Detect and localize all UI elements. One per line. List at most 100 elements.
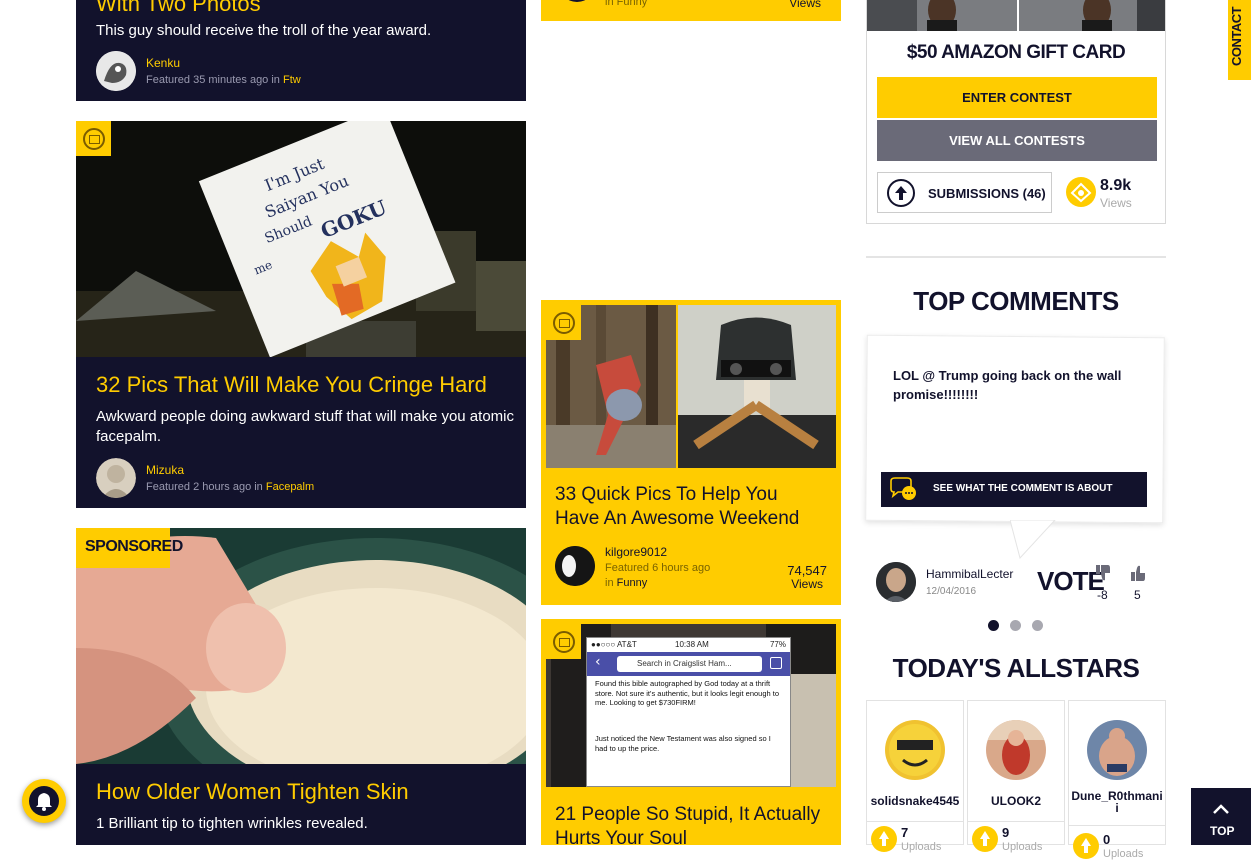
chat-bubbles-icon bbox=[889, 477, 919, 502]
comment-text: LOL @ Trump going back on the wall promi… bbox=[893, 368, 1122, 402]
comment-date: 12/04/2016 bbox=[926, 586, 977, 597]
commenter-avatar[interactable] bbox=[876, 562, 916, 602]
allstar-stats: 9 Uploads bbox=[968, 821, 1064, 853]
allstar-card[interactable]: solidsnake4545 7 Uploads bbox=[866, 700, 964, 853]
contact-tab[interactable]: CONTACT bbox=[1228, 0, 1251, 80]
upload-icon bbox=[1073, 833, 1099, 859]
views-count: 74,547 bbox=[787, 563, 827, 578]
user-list-icon bbox=[770, 657, 782, 669]
upvote-count: 5 bbox=[1134, 588, 1141, 602]
article-description: Awkward people doing awkward stuff that … bbox=[96, 408, 514, 445]
phone-nav-bar: ‹ Search in Craigslist Ham... bbox=[587, 652, 790, 676]
article-meta-category: in Funny bbox=[605, 577, 648, 589]
bell-icon bbox=[29, 786, 59, 816]
allstar-avatar[interactable] bbox=[1087, 720, 1147, 780]
contest-image[interactable] bbox=[867, 0, 1165, 31]
gallery-badge bbox=[76, 121, 111, 156]
gallery-icon bbox=[553, 631, 575, 653]
sponsored-description: 1 Brilliant tip to tighten wrinkles reve… bbox=[96, 815, 368, 832]
phone-post-text: Found this bible autographed by God toda… bbox=[595, 679, 780, 707]
article-meta: in Funny bbox=[605, 0, 648, 8]
upload-icon bbox=[972, 826, 998, 852]
downvote-count: -8 bbox=[1097, 588, 1108, 602]
back-icon: ‹ bbox=[595, 654, 601, 670]
article-meta: Featured 2 hours ago in Facepalm bbox=[146, 481, 315, 493]
article-card-funny-top[interactable]: in Funny Views bbox=[541, 0, 841, 21]
view-all-contests-button[interactable]: VIEW ALL CONTESTS bbox=[877, 120, 1157, 161]
article-description: This guy should receive the troll of the… bbox=[96, 22, 432, 39]
back-to-top-button[interactable]: TOP bbox=[1191, 788, 1251, 845]
upload-label: Uploads bbox=[1103, 848, 1144, 860]
see-comment-label: SEE WHAT THE COMMENT IS ABOUT bbox=[933, 483, 1113, 494]
allstar-avatar[interactable] bbox=[986, 720, 1046, 780]
submissions-button[interactable]: SUBMISSIONS (46) bbox=[877, 172, 1052, 213]
gallery-icon bbox=[83, 128, 105, 150]
contest-views-label: Views bbox=[1100, 196, 1132, 210]
upload-count: 7 bbox=[901, 825, 909, 840]
category-link[interactable]: Facepalm bbox=[266, 481, 314, 493]
article-image[interactable]: I'm Just Saiyan You Should GOKU me bbox=[76, 121, 526, 357]
article-meta: Featured 35 minutes ago in Ftw bbox=[146, 74, 301, 86]
gallery-badge bbox=[546, 305, 581, 340]
allstar-name[interactable]: Dune_R0thmanii bbox=[1069, 790, 1165, 814]
phone-search-box: Search in Craigslist Ham... bbox=[617, 656, 762, 672]
upload-icon bbox=[887, 179, 915, 207]
upload-count: 9 bbox=[1002, 825, 1010, 840]
sponsored-card[interactable]: SPONSORED How Older Women Tighten Skin 1… bbox=[76, 528, 526, 845]
carousel-dot-3[interactable] bbox=[1032, 620, 1043, 631]
carousel-dot-2[interactable] bbox=[1010, 620, 1021, 631]
allstar-name[interactable]: ULOOK2 bbox=[968, 795, 1064, 807]
allstar-card[interactable]: Dune_R0thmanii 0 Uploads bbox=[1068, 700, 1166, 860]
notification-bell-button[interactable] bbox=[22, 779, 66, 823]
author-name[interactable]: Mizuka bbox=[146, 463, 184, 477]
article-title[interactable]: 33 Quick Pics To Help You Have An Awesom… bbox=[555, 483, 825, 531]
allstar-card[interactable]: ULOOK2 9 Uploads bbox=[967, 700, 1065, 853]
avatar[interactable] bbox=[96, 458, 136, 498]
article-card-stupid[interactable]: ●●○○○ AT&T 10:38 AM 77% ‹ Search in Crai… bbox=[541, 619, 841, 845]
eye-icon bbox=[1066, 177, 1096, 207]
category-link[interactable]: Funny bbox=[617, 577, 648, 589]
phone-carrier: ●●○○○ AT&T bbox=[591, 640, 637, 649]
phone-battery: 77% bbox=[769, 640, 786, 649]
top-comments-heading: TOP COMMENTS bbox=[913, 286, 1119, 316]
article-title[interactable]: 21 People So Stupid, It Actually Hurts Y… bbox=[555, 803, 825, 845]
avatar[interactable] bbox=[96, 51, 136, 91]
contact-label: CONTACT bbox=[1229, 6, 1244, 66]
allstar-avatar[interactable] bbox=[885, 720, 945, 780]
author-name[interactable]: kilgore9012 bbox=[605, 545, 667, 559]
views-label: Views bbox=[789, 0, 821, 10]
commenter-name[interactable]: HammibalLecter bbox=[926, 567, 1013, 581]
see-comment-context-button[interactable]: SEE WHAT THE COMMENT IS ABOUT bbox=[881, 472, 1147, 507]
article-card-troll[interactable]: With Two Photos This guy should receive … bbox=[76, 0, 526, 101]
allstars-heading: TODAY'S ALLSTARS bbox=[892, 653, 1140, 683]
upload-label: Uploads bbox=[901, 841, 942, 853]
comment-bubble-tail bbox=[1010, 520, 1056, 560]
carousel-dot-1[interactable] bbox=[988, 620, 999, 631]
author-name[interactable]: Kenku bbox=[146, 56, 180, 70]
article-title[interactable]: With Two Photos bbox=[96, 0, 261, 17]
article-card-weekend[interactable]: 33 Quick Pics To Help You Have An Awesom… bbox=[541, 300, 841, 605]
gallery-icon bbox=[553, 312, 575, 334]
avatar[interactable] bbox=[555, 546, 595, 586]
enter-contest-button[interactable]: ENTER CONTEST bbox=[877, 77, 1157, 118]
phone-status-bar: ●●○○○ AT&T 10:38 AM 77% bbox=[587, 638, 790, 652]
article-title[interactable]: 32 Pics That Will Make You Cringe Hard bbox=[96, 372, 487, 398]
thumbs-up-icon[interactable] bbox=[1128, 563, 1148, 583]
sponsored-badge: SPONSORED bbox=[76, 528, 183, 568]
avatar[interactable] bbox=[559, 0, 595, 2]
category-link[interactable]: Ftw bbox=[283, 74, 301, 86]
chevron-up-icon bbox=[1212, 800, 1230, 814]
submissions-label: SUBMISSIONS (46) bbox=[928, 186, 1046, 201]
thumbs-down-icon[interactable] bbox=[1093, 563, 1113, 583]
contest-prize: $50 AMAZON GIFT CARD bbox=[906, 42, 1126, 63]
allstar-stats: 0 Uploads bbox=[1069, 825, 1165, 860]
divider bbox=[866, 256, 1166, 258]
article-image[interactable] bbox=[546, 305, 836, 468]
phone-post-text: Just noticed the New Testament was also … bbox=[595, 734, 771, 753]
allstar-name[interactable]: solidsnake4545 bbox=[867, 795, 963, 807]
allstar-stats: 7 Uploads bbox=[867, 821, 963, 853]
gallery-badge bbox=[546, 624, 581, 659]
sponsored-title[interactable]: How Older Women Tighten Skin bbox=[96, 779, 409, 805]
article-card-cringe[interactable]: I'm Just Saiyan You Should GOKU me 32 Pi… bbox=[76, 121, 526, 508]
phone-time: 10:38 AM bbox=[675, 640, 709, 649]
